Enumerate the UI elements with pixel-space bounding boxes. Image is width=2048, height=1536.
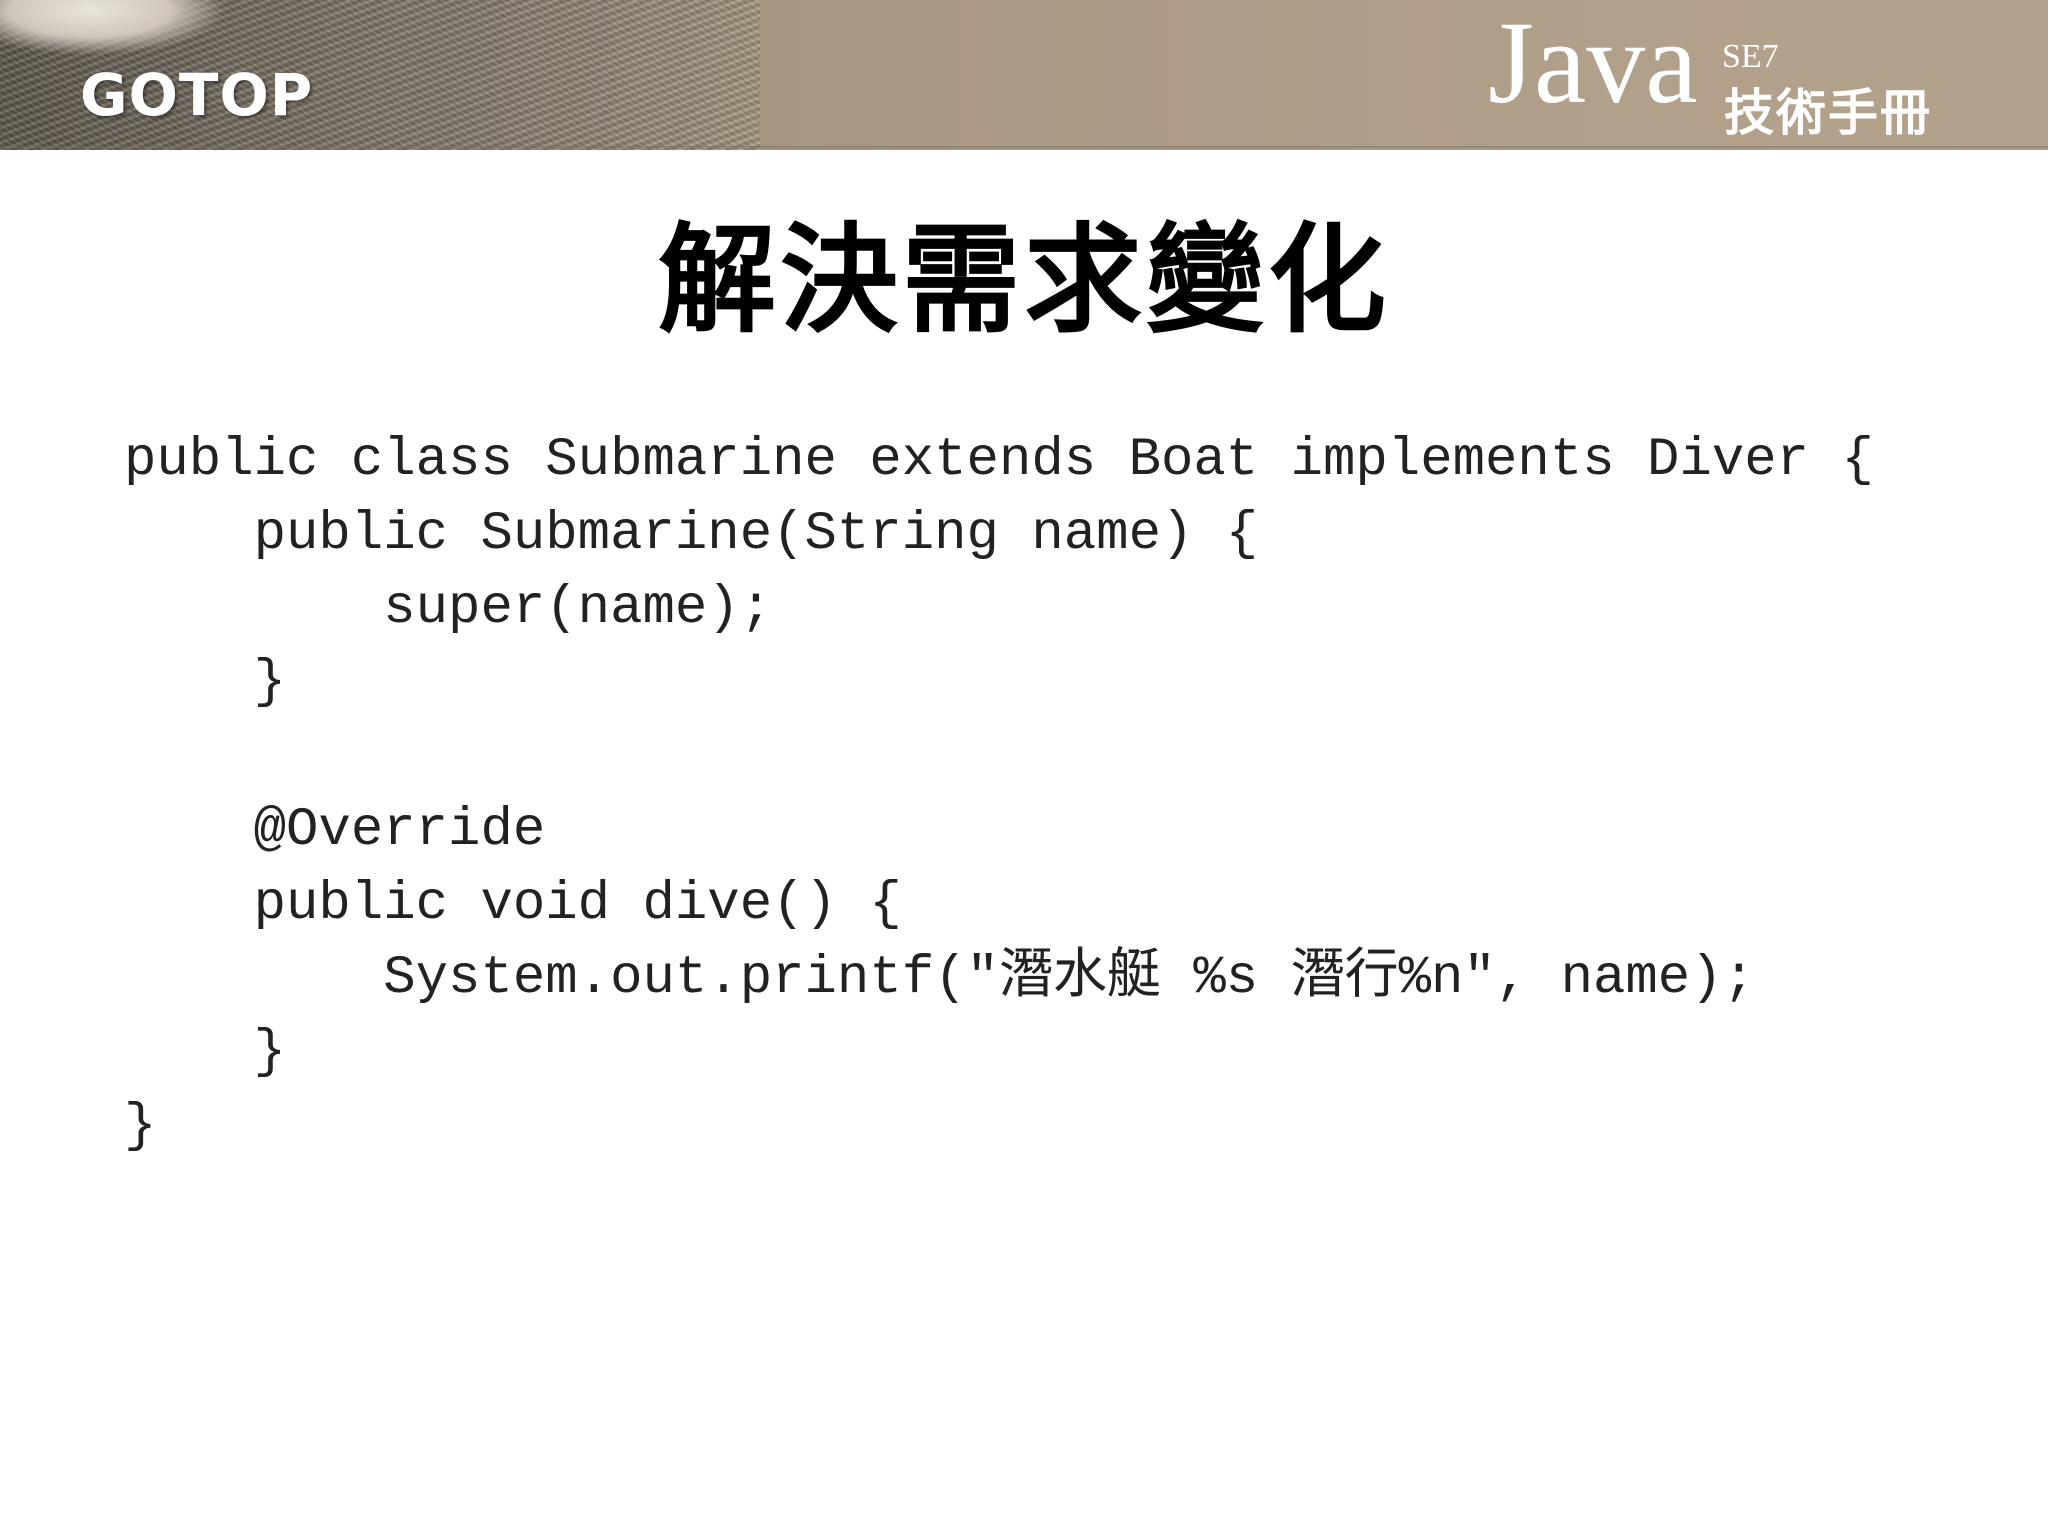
- code-line: public void dive() {: [124, 874, 902, 935]
- banner-divider: [0, 146, 2048, 150]
- code-line: @Override: [124, 800, 546, 861]
- code-line: System.out.printf("潛水艇 %s 潛行%n", name);: [124, 948, 1756, 1009]
- code-line: public Submarine(String name) {: [124, 504, 1259, 565]
- brand-subtitle-text: 技術手冊: [1724, 84, 1932, 142]
- code-line: }: [124, 1096, 157, 1157]
- header-banner: GOTOP Java SE7 技術手冊: [0, 0, 2048, 150]
- code-line: }: [124, 652, 287, 713]
- code-line: }: [124, 1022, 287, 1083]
- slide: GOTOP Java SE7 技術手冊 解決需求變化 public class …: [0, 0, 2048, 1536]
- code-line: super(name);: [124, 578, 773, 639]
- brand-version-text: SE7: [1722, 38, 1779, 75]
- book-brand: Java SE7 技術手冊: [1488, 0, 2008, 150]
- brand-java-text: Java: [1488, 0, 1698, 128]
- code-block: public class Submarine extends Boat impl…: [124, 424, 1874, 1164]
- slide-title: 解決需求變化: [657, 211, 1390, 349]
- publisher-logo: GOTOP: [80, 61, 314, 129]
- code-line: public class Submarine extends Boat impl…: [124, 430, 1874, 491]
